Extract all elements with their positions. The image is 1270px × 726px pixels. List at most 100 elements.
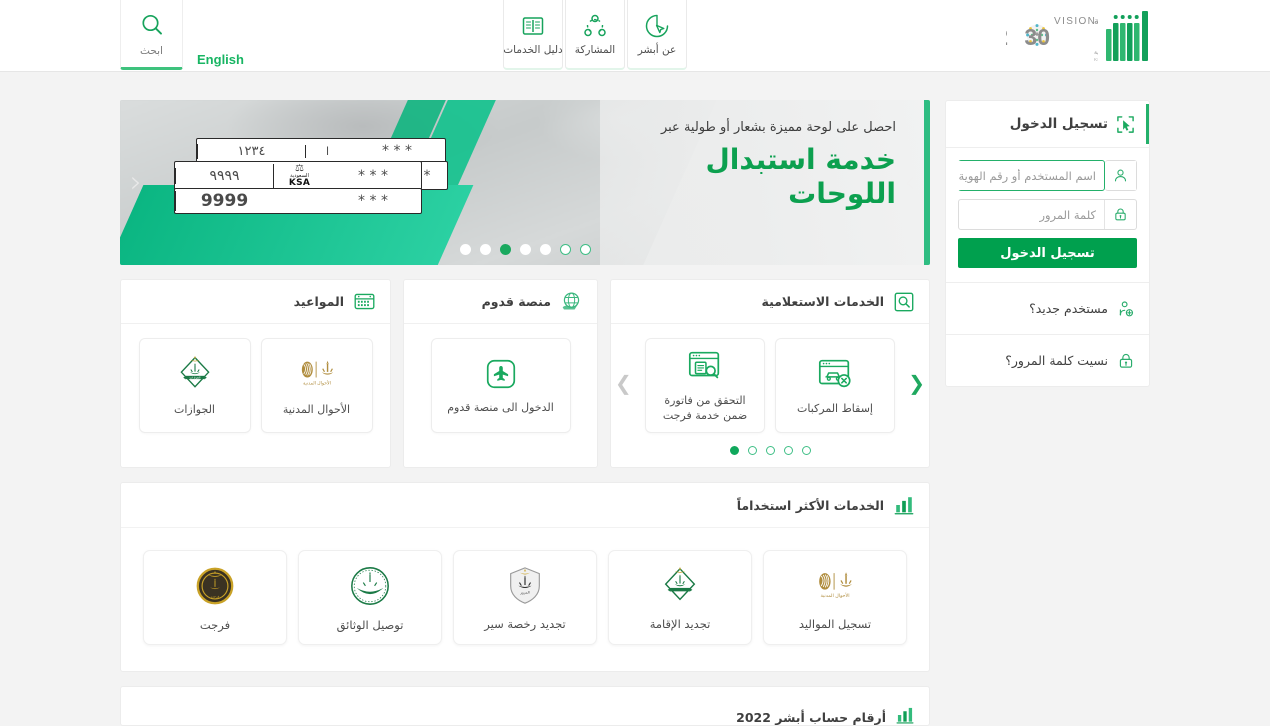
plate-row-bot: * * * 9999 <box>174 188 422 214</box>
service-cards-row: الخدمات الاستعلامية ❮ إسقاط المركبات الت… <box>120 279 930 468</box>
plate-digits-top: ١٢٣٤ <box>197 143 305 159</box>
section-absher-account-numbers: أرقام حساب أبشر 2022 <box>120 686 930 726</box>
nav-item-services-guide[interactable]: دليل الخدمات <box>502 0 563 70</box>
moi-logo <box>351 566 389 605</box>
login-submit-button[interactable]: تسجيل الدخول <box>958 238 1137 268</box>
civil-affairs-logo: الأحوال المدنية <box>819 571 853 599</box>
vision-2030-logo[interactable]: رؤيـــة VISION 2 <box>1006 11 1098 63</box>
tile-caption: التحقق من فاتورة ضمن خدمة فرجت <box>662 394 748 422</box>
tile-verify-invoice[interactable]: التحقق من فاتورة ضمن خدمة فرجت <box>645 338 765 433</box>
logo-cluster: رؤيـــة VISION 2 <box>1006 0 1150 72</box>
cursor-circle-icon <box>645 14 669 37</box>
carousel-dot[interactable] <box>479 244 491 255</box>
page-content: تسجيل الدخول اسم المستخدم أو رقم الهوية … <box>120 72 1150 726</box>
bar-chart-icon <box>896 707 914 724</box>
plate-digits-mid: ٩٩٩٩ <box>175 167 273 184</box>
username-input[interactable] <box>958 160 1105 191</box>
nav-item-label: المشاركة <box>574 43 616 56</box>
service-tile-caption: تسجيل المواليد <box>798 616 872 631</box>
forgot-password-row[interactable]: نسيت كلمة المرور؟ <box>946 334 1149 386</box>
login-panel-header: تسجيل الدخول <box>946 101 1149 148</box>
hero-subtitle: احصل على لوحة مميزة بشعار أو طولية عبر <box>660 120 896 135</box>
carousel-dot[interactable] <box>559 244 571 255</box>
nav-item-participation[interactable]: المشاركة <box>564 0 625 70</box>
tile-passports[interactable]: الجوازات الجوازات <box>138 338 251 433</box>
svg-text:30: 30 <box>1024 24 1050 50</box>
hero-accent-bar <box>924 100 930 265</box>
carousel-dots <box>120 244 930 255</box>
tile-enter-qudum[interactable]: الدخول الى منصة قدوم <box>430 338 571 433</box>
book-icon <box>522 16 544 35</box>
card-carousel-dot[interactable] <box>729 446 739 455</box>
tile-civil-affairs[interactable]: الأحوال المدنية الأحوال المدنية <box>260 338 373 433</box>
svg-text:المملكة العربية السعودية: المملكة العربية السعودية <box>1094 49 1098 56</box>
service-tile-renew-residency[interactable]: تجديد الإقامة <box>608 550 752 645</box>
card-header: منصة قدوم <box>404 280 597 324</box>
document-search-icon <box>688 352 720 379</box>
service-tile-caption: تجديد رخصة سير <box>484 616 566 631</box>
user-plus-icon <box>1119 300 1134 316</box>
magnifier-box-icon <box>894 292 914 311</box>
card-title: منصة قدوم <box>481 294 551 309</box>
card-body: الدخول الى منصة قدوم <box>404 324 597 441</box>
password-input[interactable] <box>959 200 1104 229</box>
card-carousel-dot[interactable] <box>747 446 757 455</box>
card-carousel-dot[interactable] <box>765 446 775 455</box>
card-carousel-dots <box>611 442 929 467</box>
service-tile-deliver-documents[interactable]: توصيل الوثائق <box>298 550 442 645</box>
service-tile-renew-vehicle-license[interactable]: المرور تجديد رخصة سير <box>453 550 597 645</box>
farajat-logo: فرجت <box>196 567 234 604</box>
main-column: * * * ا ١٢٣٤ * * * * ⚖ السعودية KSA ٩٩٩٩… <box>120 100 930 726</box>
svg-text:KINGDOM OF SAUDI ARABIA: KINGDOM OF SAUDI ARABIA <box>1094 57 1098 62</box>
license-plate-graphic: * * * ا ١٢٣٤ * * * * ⚖ السعودية KSA ٩٩٩٩… <box>174 138 448 220</box>
vehicle-cancel-icon <box>818 359 851 387</box>
card-carousel-dot[interactable] <box>801 446 811 455</box>
carousel-dot[interactable] <box>519 244 531 255</box>
carousel-dot[interactable] <box>579 244 591 255</box>
hero-carousel[interactable]: * * * ا ١٢٣٤ * * * * ⚖ السعودية KSA ٩٩٩٩… <box>120 100 930 265</box>
absher-logo-icon <box>1106 11 1148 61</box>
header-left-cluster: English ابحث <box>120 0 244 70</box>
service-tile-birth-registration[interactable]: الأحوال المدنية تسجيل المواليد <box>763 550 907 645</box>
card-prev-button[interactable]: ❯ <box>615 373 632 393</box>
svg-text:الأحوال المدنية: الأحوال المدنية <box>303 379 331 386</box>
tile-caption: الجوازات <box>174 402 215 416</box>
carousel-dot[interactable] <box>459 244 471 255</box>
search-button-label: ابحث <box>140 44 163 57</box>
carousel-dot[interactable] <box>539 244 551 255</box>
lock-question-icon <box>1119 353 1133 368</box>
svg-text:المرور: المرور <box>519 590 529 594</box>
card-carousel-dot[interactable] <box>783 446 793 455</box>
section-body: الأحوال المدنية تسجيل المواليد تجديد الإ… <box>121 528 929 671</box>
plate-ksa-en: KSA <box>288 177 311 188</box>
cursor-select-icon <box>1117 115 1134 133</box>
plate-digits-bot: 9999 <box>175 191 273 211</box>
absher-logo[interactable] <box>1104 9 1150 65</box>
tile-caption: الأحوال المدنية <box>282 402 351 416</box>
service-tile-farajat[interactable]: فرجت فرجت <box>143 550 287 645</box>
language-switch-english[interactable]: English <box>197 52 244 67</box>
tile-vehicle-cancel[interactable]: إسقاط المركبات <box>775 338 895 433</box>
section-header: الخدمات الأكثر استخداماً <box>121 483 929 528</box>
plate-ksa-cell: ⚖ السعودية KSA <box>273 163 325 188</box>
service-tile-caption: تجديد الإقامة <box>649 616 711 631</box>
plate-row-mid: * * * ⚖ السعودية KSA ٩٩٩٩ <box>174 161 422 190</box>
user-icon <box>1105 160 1137 191</box>
password-field-wrap <box>958 199 1137 230</box>
card-next-button[interactable]: ❮ <box>908 373 925 393</box>
card-header: الخدمات الاستعلامية <box>611 280 929 324</box>
carousel-prev-button[interactable]: ‹ <box>130 167 142 198</box>
nav-item-label: عن أبشر <box>637 43 677 56</box>
globe-plane-icon <box>562 292 580 310</box>
carousel-dot[interactable] <box>499 244 511 255</box>
login-panel: تسجيل الدخول اسم المستخدم أو رقم الهوية … <box>945 100 1150 387</box>
civil-affairs-logo: الأحوال المدنية <box>301 360 333 386</box>
new-user-row[interactable]: مستخدم جديد؟ <box>946 282 1149 334</box>
nav-item-about-absher[interactable]: عن أبشر <box>626 0 687 70</box>
carousel-next-button[interactable]: › <box>904 167 916 198</box>
bar-chart-icon <box>894 497 914 515</box>
card-appointments: المواعيد الأحوال المدنية الأحوال المدنية… <box>120 279 391 468</box>
accent-bar <box>1146 104 1149 144</box>
svg-text:فرجت: فرجت <box>211 594 220 598</box>
search-button[interactable]: ابحث <box>120 0 184 70</box>
